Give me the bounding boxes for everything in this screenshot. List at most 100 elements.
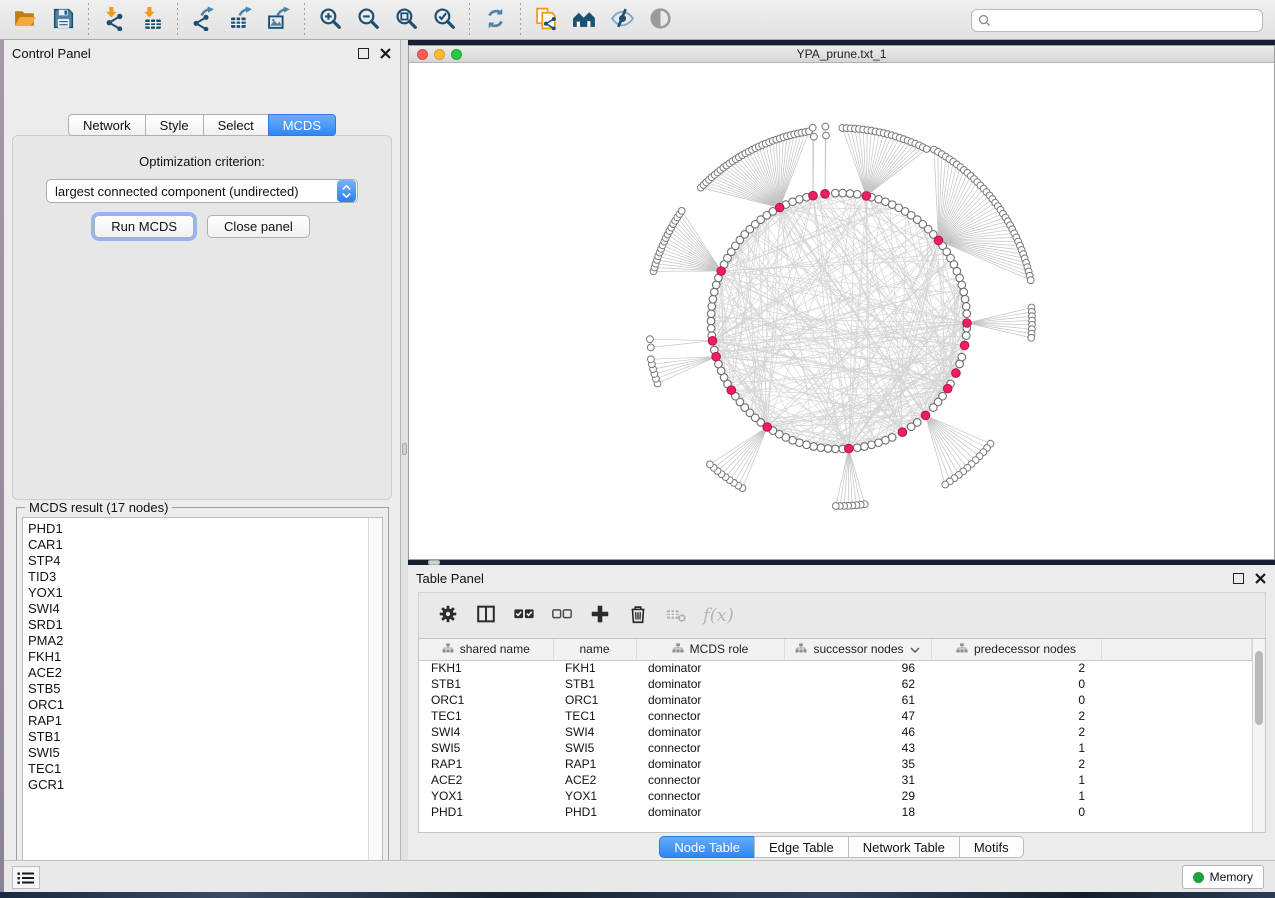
table-cell[interactable]: ACE2	[419, 772, 553, 788]
table-cell[interactable]: connector	[636, 788, 784, 804]
table-cell[interactable]: PHD1	[553, 804, 636, 820]
table-cell[interactable]: SWI4	[419, 724, 553, 740]
table-cell[interactable]: YOX1	[553, 788, 636, 804]
splitter-grip[interactable]	[402, 443, 407, 455]
table-row[interactable]: YOX1YOX1connector291	[419, 788, 1252, 804]
table-row[interactable]: TEC1TEC1connector472	[419, 708, 1252, 724]
zoom-fit-button[interactable]	[387, 3, 425, 37]
mcds-result-item[interactable]: FKH1	[28, 649, 368, 665]
table-cell[interactable]: dominator	[636, 692, 784, 708]
table-cell[interactable]: dominator	[636, 676, 784, 692]
tab-mcds[interactable]: MCDS	[268, 114, 336, 136]
table-cell[interactable]: connector	[636, 708, 784, 724]
mcds-result-item[interactable]: STB5	[28, 681, 368, 697]
search-field[interactable]	[971, 9, 1263, 32]
table-cell[interactable]: 0	[931, 692, 1101, 708]
task-history-button[interactable]	[12, 866, 40, 889]
mcds-result-item[interactable]: STB1	[28, 729, 368, 745]
table-cell[interactable]: ORC1	[419, 692, 553, 708]
table-row[interactable]: ORC1ORC1dominator610	[419, 692, 1252, 708]
tab-edge-table[interactable]: Edge Table	[754, 836, 848, 858]
search-input[interactable]	[996, 10, 1262, 31]
tab-network[interactable]: Network	[68, 114, 145, 136]
mcds-result-item[interactable]: SWI4	[28, 601, 368, 617]
add-button[interactable]	[581, 597, 619, 635]
table-cell[interactable]: 62	[784, 676, 931, 692]
table-cell[interactable]: 47	[784, 708, 931, 724]
column-header-name[interactable]: name	[553, 639, 636, 660]
mcds-result-item[interactable]: SWI5	[28, 745, 368, 761]
zoom-selected-button[interactable]	[425, 3, 463, 37]
export-table-button[interactable]	[222, 3, 260, 37]
table-cell[interactable]: TEC1	[419, 708, 553, 724]
column-header-successor-nodes[interactable]: successor nodes	[784, 639, 931, 660]
table-cell[interactable]: SWI4	[553, 724, 636, 740]
table-cell[interactable]: 29	[784, 788, 931, 804]
table-cell[interactable]: dominator	[636, 804, 784, 820]
table-scrollbar[interactable]	[1252, 639, 1265, 832]
refresh-layout-button[interactable]	[476, 3, 514, 37]
table-cell[interactable]: connector	[636, 740, 784, 756]
mcds-result-item[interactable]: TID3	[28, 569, 368, 585]
table-cell[interactable]: SWI5	[553, 740, 636, 756]
table-cell[interactable]: PHD1	[419, 804, 553, 820]
mcds-result-item[interactable]: ORC1	[28, 697, 368, 713]
table-cell[interactable]: 96	[784, 660, 931, 676]
table-cell[interactable]: FKH1	[419, 660, 553, 676]
mcds-result-item[interactable]: TEC1	[28, 761, 368, 777]
table-cell[interactable]: dominator	[636, 756, 784, 772]
table-cell[interactable]: 61	[784, 692, 931, 708]
close-panel-button[interactable]: Close panel	[207, 215, 310, 238]
open-button[interactable]	[6, 3, 44, 37]
float-panel-icon[interactable]	[358, 48, 369, 59]
criterion-select[interactable]: largest connected component (undirected)	[46, 179, 358, 203]
mcds-result-item[interactable]: CAR1	[28, 537, 368, 553]
table-scrollbar-thumb[interactable]	[1255, 651, 1263, 725]
table-cell[interactable]: connector	[636, 772, 784, 788]
table-cell[interactable]: STB1	[419, 676, 553, 692]
table-row[interactable]: ACE2ACE2connector311	[419, 772, 1252, 788]
tab-node-table[interactable]: Node Table	[659, 836, 754, 858]
table-cell[interactable]: 2	[931, 660, 1101, 676]
select-all-button[interactable]	[505, 597, 543, 635]
run-mcds-button[interactable]: Run MCDS	[94, 215, 194, 238]
houses-button[interactable]	[565, 3, 603, 37]
table-row[interactable]: SWI5SWI5connector431	[419, 740, 1252, 756]
tab-network-table[interactable]: Network Table	[848, 836, 959, 858]
table-cell[interactable]: 2	[931, 756, 1101, 772]
table-cell[interactable]: 0	[931, 676, 1101, 692]
eye-slash-button[interactable]	[603, 3, 641, 37]
table-row[interactable]: PHD1PHD1dominator180	[419, 804, 1252, 820]
table-cell[interactable]: 18	[784, 804, 931, 820]
table-cell[interactable]: 0	[931, 804, 1101, 820]
table-row[interactable]: RAP1RAP1dominator352	[419, 756, 1252, 772]
network-canvas[interactable]	[409, 63, 1274, 559]
table-cell[interactable]: 2	[931, 724, 1101, 740]
table-cell[interactable]: 43	[784, 740, 931, 756]
table-cell[interactable]: 1	[931, 788, 1101, 804]
zoom-in-button[interactable]	[311, 3, 349, 37]
close-panel-icon[interactable]	[379, 47, 392, 60]
table-cell[interactable]: dominator	[636, 660, 784, 676]
zoom-out-button[interactable]	[349, 3, 387, 37]
table-row[interactable]: STB1STB1dominator620	[419, 676, 1252, 692]
memory-button[interactable]: Memory	[1182, 865, 1264, 889]
import-network-button[interactable]	[95, 3, 133, 37]
float-table-panel-icon[interactable]	[1233, 573, 1244, 584]
new-network-document-button[interactable]	[527, 3, 565, 37]
trash-button[interactable]	[619, 597, 657, 635]
mcds-result-item[interactable]: SRD1	[28, 617, 368, 633]
mcds-result-item[interactable]: STP4	[28, 553, 368, 569]
table-cell[interactable]: 46	[784, 724, 931, 740]
table-cell[interactable]: TEC1	[553, 708, 636, 724]
table-cell[interactable]: RAP1	[419, 756, 553, 772]
gear-button[interactable]	[429, 597, 467, 635]
save-button[interactable]	[44, 3, 82, 37]
eye-button[interactable]	[641, 3, 679, 37]
export-network-button[interactable]	[184, 3, 222, 37]
mcds-result-item[interactable]: PHD1	[28, 521, 368, 537]
table-row[interactable]: FKH1FKH1dominator962	[419, 660, 1252, 676]
column-header-MCDS-role[interactable]: MCDS role	[636, 639, 784, 660]
export-image-button[interactable]	[260, 3, 298, 37]
tab-motifs[interactable]: Motifs	[959, 836, 1024, 858]
